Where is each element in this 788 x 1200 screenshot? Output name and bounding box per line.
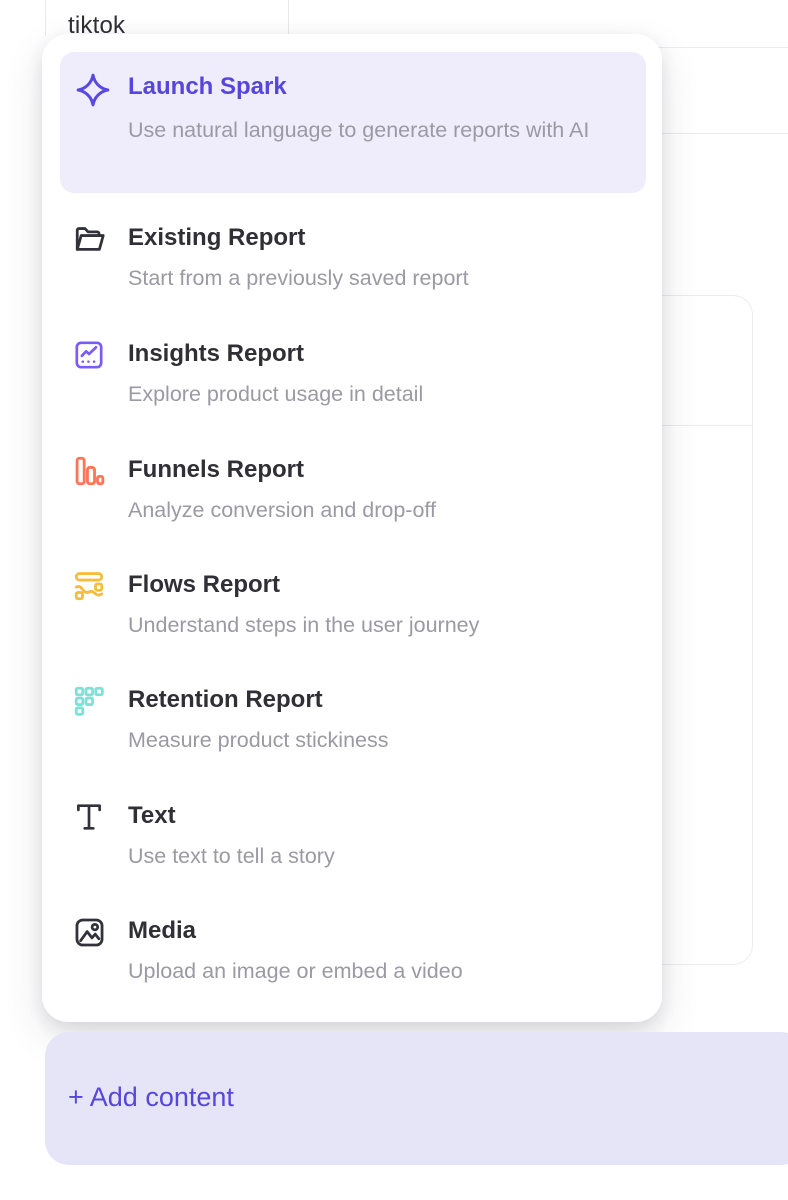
menu-item-title: Existing Report (128, 224, 305, 252)
spark-icon (74, 71, 112, 109)
menu-item-subtitle: Understand steps in the user journey (128, 613, 479, 638)
funnels-bars-icon (72, 454, 106, 488)
text-icon (72, 800, 106, 834)
folder-icon (72, 222, 107, 257)
bg-card-left-border (45, 0, 46, 36)
retention-grid-icon (72, 684, 106, 718)
menu-item-title: Text (128, 802, 176, 830)
bg-column-divider (288, 0, 289, 36)
menu-item-subtitle: Upload an image or embed a video (128, 959, 463, 984)
menu-item-text[interactable]: Text Use text to tell a story (60, 800, 646, 886)
menu-item-subtitle: Measure product stickiness (128, 728, 389, 753)
menu-item-title: Flows Report (128, 571, 280, 599)
menu-item-subtitle: Use natural language to generate reports… (128, 114, 614, 146)
insights-chart-icon (72, 338, 106, 372)
menu-item-retention-report[interactable]: Retention Report Measure product stickine… (60, 684, 646, 770)
menu-item-title: Funnels Report (128, 456, 304, 484)
menu-item-flows-report[interactable]: Flows Report Understand steps in the user… (60, 569, 646, 655)
menu-item-launch-spark[interactable]: Launch Spark Use natural language to gene… (60, 52, 646, 193)
menu-item-title: Insights Report (128, 340, 304, 368)
add-content-button[interactable]: + Add content (45, 1032, 788, 1165)
add-content-label: + Add content (68, 1082, 234, 1113)
menu-item-insights-report[interactable]: Insights Report Explore product usage in … (60, 338, 646, 424)
menu-item-title: Retention Report (128, 686, 323, 714)
add-content-menu: Launch Spark Use natural language to gene… (42, 34, 662, 1022)
media-image-icon (72, 915, 107, 950)
menu-item-subtitle: Explore product usage in detail (128, 382, 423, 407)
menu-item-title: Launch Spark (128, 73, 287, 101)
menu-item-subtitle: Use text to tell a story (128, 844, 335, 869)
screen: tiktok Launch SparkUse natural language … (0, 0, 788, 1200)
menu-item-subtitle: Analyze conversion and drop-off (128, 498, 436, 523)
menu-item-title: Media (128, 917, 196, 945)
flows-icon (72, 569, 106, 603)
menu-item-existing-report[interactable]: Existing Report Start from a previously s… (60, 222, 646, 308)
menu-item-subtitle: Start from a previously saved report (128, 266, 469, 291)
menu-item-media[interactable]: Media Upload an image or embed a video (60, 915, 646, 1001)
menu-item-funnels-report[interactable]: Funnels Report Analyze conversion and dro… (60, 454, 646, 540)
